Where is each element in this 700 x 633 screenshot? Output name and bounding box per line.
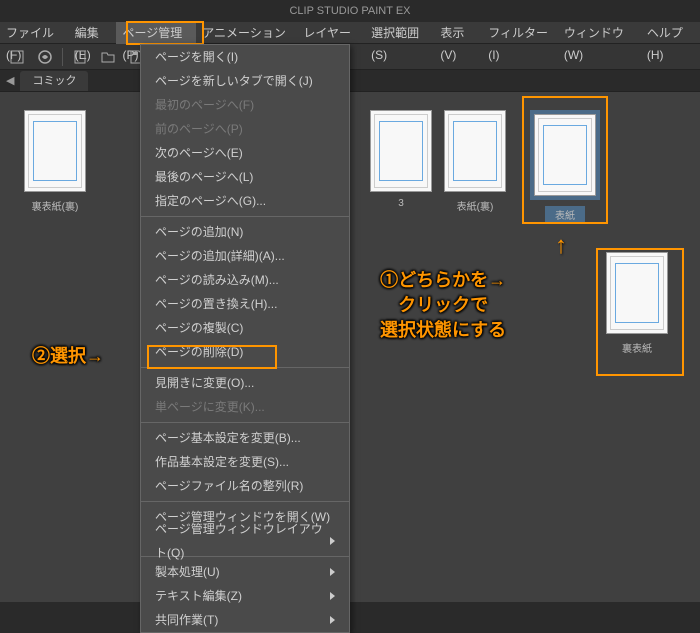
page-manage-dropdown: ページを開く(I)ページを新しいタブで開く(J)最初のページへ(F)前のページへ… [140, 44, 350, 633]
annotation-1-line2: クリックで [380, 293, 506, 318]
dropdown-item[interactable]: テキスト編集(Z) [141, 584, 349, 608]
submenu-arrow-icon [330, 592, 335, 600]
dropdown-item[interactable]: ページの読み込み(M)... [141, 268, 349, 292]
menu-page-manage[interactable]: ページ管理(P) [116, 22, 196, 44]
dropdown-item[interactable]: 指定のページへ(G)... [141, 189, 349, 213]
annotation-2: ②選択→ [32, 344, 104, 369]
thumb-paper [24, 110, 86, 192]
submenu-arrow-icon [330, 537, 335, 545]
toolbar-divider [62, 48, 63, 66]
dropdown-item[interactable]: ページの追加(N) [141, 220, 349, 244]
page-thumb-front-cover[interactable]: 表紙 [530, 110, 600, 223]
submenu-arrow-icon [330, 568, 335, 576]
thumb-paper [606, 252, 668, 334]
menu-window[interactable]: ウィンドウ(W) [558, 22, 641, 44]
menu-file[interactable]: ファイル(F) [0, 22, 69, 44]
arrow-up-icon: ↑ [555, 232, 567, 260]
dropdown-item[interactable]: ページの置き換え(H)... [141, 292, 349, 316]
thumb-label: 3 [398, 198, 404, 209]
tab-strip: ◀ コミック [0, 70, 700, 92]
toolbar-icon[interactable] [4, 46, 30, 68]
clip-studio-icon[interactable] [32, 46, 58, 68]
new-icon[interactable] [67, 46, 93, 68]
dropdown-item[interactable]: ページを新しいタブで開く(J) [141, 69, 349, 93]
page-thumb-back-cover[interactable]: 裏表紙 [606, 252, 668, 355]
app-title: CLIP STUDIO PAINT EX [289, 5, 410, 17]
dropdown-separator [141, 501, 349, 502]
page-thumb-3[interactable]: 3 [370, 110, 432, 209]
dropdown-item: 最初のページへ(F) [141, 93, 349, 117]
dropdown-separator [141, 422, 349, 423]
dropdown-item[interactable]: ページの追加(詳細)(A)... [141, 244, 349, 268]
dropdown-item[interactable]: 共同作業(T) [141, 608, 349, 632]
dropdown-item[interactable]: ページファイル名の整列(R) [141, 474, 349, 498]
page-thumb-front-cover-reverse[interactable]: 表紙(裏) [444, 110, 506, 213]
annotation-1-line3: 選択状態にする [380, 318, 506, 343]
tab-collapse-icon[interactable]: ◀ [0, 74, 20, 87]
thumb-paper [370, 110, 432, 192]
menu-help[interactable]: ヘルプ(H) [641, 22, 700, 44]
dropdown-item[interactable]: 次のページへ(E) [141, 141, 349, 165]
dropdown-item[interactable]: ページ管理ウィンドウレイアウト(Q) [141, 529, 349, 553]
submenu-arrow-icon [330, 616, 335, 624]
dropdown-item: 前のページへ(P) [141, 117, 349, 141]
page-thumb-back-cover-reverse[interactable]: 裏表紙(裏) [24, 110, 86, 213]
dropdown-item[interactable]: ページの複製(C) [141, 316, 349, 340]
dropdown-item: 単ページに変更(K)... [141, 395, 349, 419]
thumb-paper [444, 110, 506, 192]
dropdown-item[interactable]: ページ基本設定を変更(B)... [141, 426, 349, 450]
menu-layer[interactable]: レイヤー(L) [297, 22, 365, 44]
menu-view[interactable]: 表示(V) [434, 22, 482, 44]
thumb-paper [534, 114, 596, 196]
dropdown-separator [141, 367, 349, 368]
thumb-label: 表紙(裏) [457, 198, 494, 213]
open-icon[interactable] [95, 46, 121, 68]
tab-comic[interactable]: コミック [20, 71, 88, 91]
thumb-label: 裏表紙(裏) [32, 198, 79, 213]
title-bar: CLIP STUDIO PAINT EX [0, 0, 700, 22]
menu-bar: ファイル(F) 編集(E) ページ管理(P) アニメーション(A) レイヤー(L… [0, 22, 700, 44]
menu-filter[interactable]: フィルター(I) [482, 22, 558, 44]
dropdown-separator [141, 216, 349, 217]
dropdown-item[interactable]: 作品基本設定を変更(S)... [141, 450, 349, 474]
annotation-1: ①どちらかを→ クリックで 選択状態にする [380, 268, 506, 344]
thumb-label: 裏表紙 [622, 340, 652, 355]
thumb-label: 表紙 [545, 206, 585, 223]
menu-edit[interactable]: 編集(E) [69, 22, 117, 44]
dropdown-item[interactable]: ページの削除(D) [141, 340, 349, 364]
dropdown-item[interactable]: ページを開く(I) [141, 45, 349, 69]
dropdown-item[interactable]: 最後のページへ(L) [141, 165, 349, 189]
annotation-1-line1: ①どちらかを→ [380, 268, 506, 293]
workspace: 裏表紙(裏) 3 表紙(裏) 表紙 裏表紙 [0, 92, 700, 602]
dropdown-item[interactable]: 見開きに変更(O)... [141, 371, 349, 395]
menu-selection[interactable]: 選択範囲(S) [365, 22, 434, 44]
toolbar [0, 44, 700, 70]
menu-animation[interactable]: アニメーション(A) [196, 22, 297, 44]
